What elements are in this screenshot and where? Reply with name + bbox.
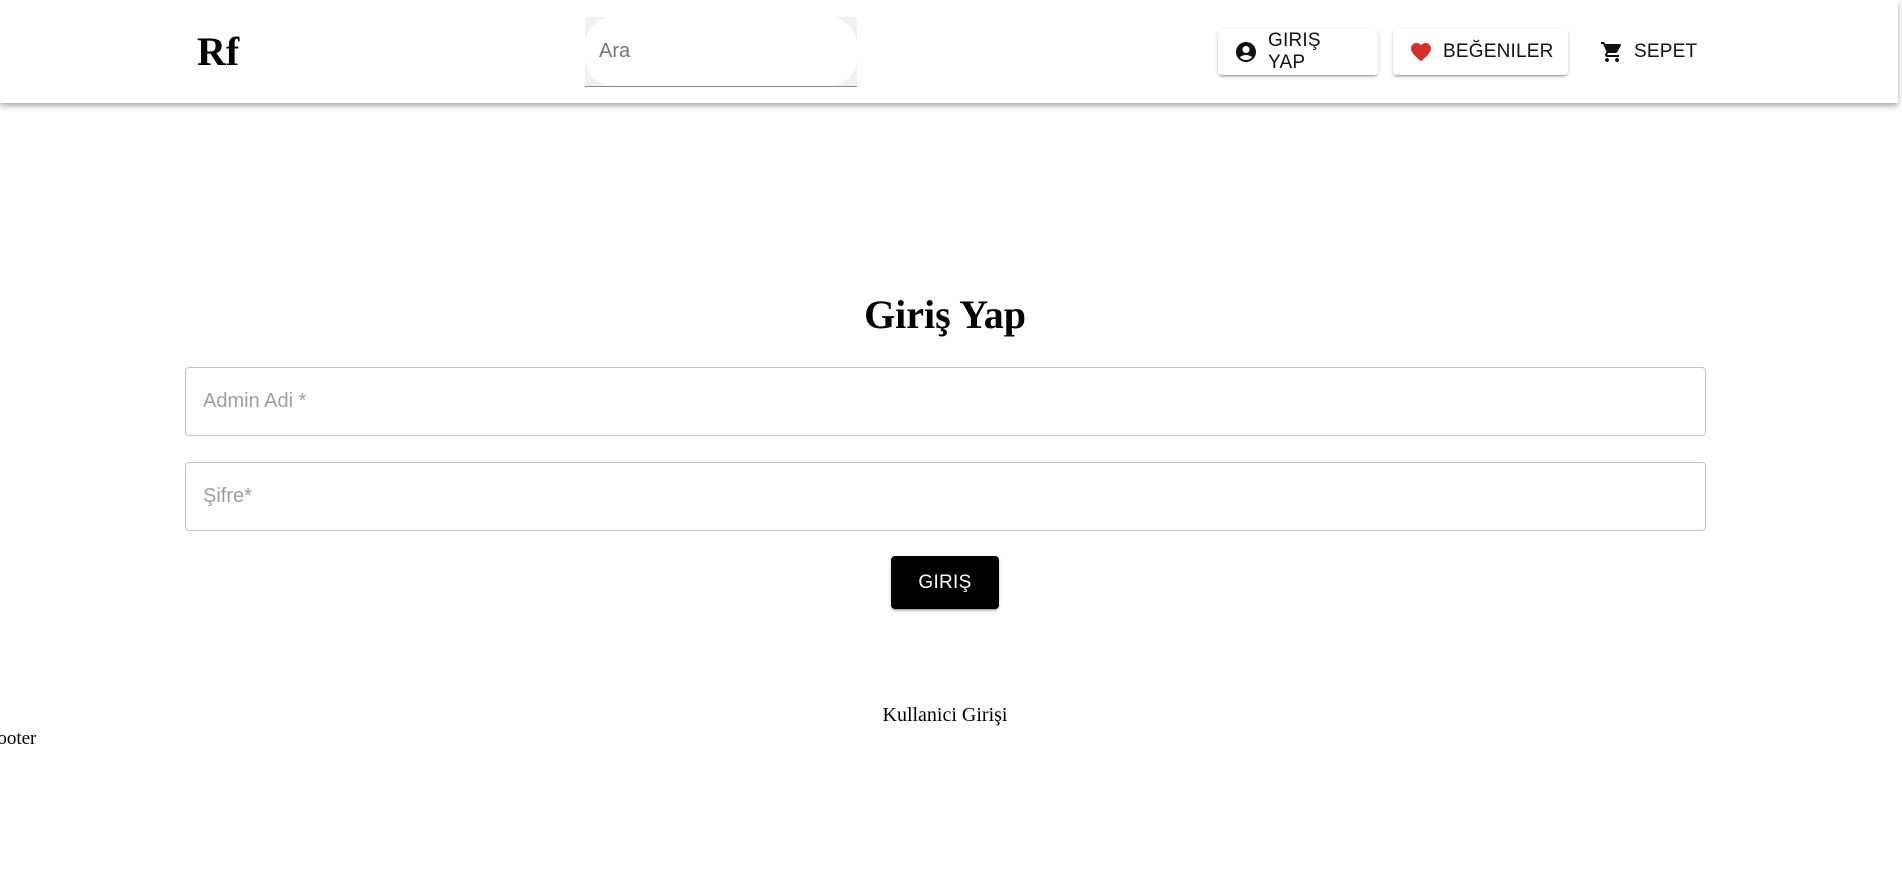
search-box (585, 17, 857, 87)
user-login-link[interactable]: Kullanici Girişi (0, 703, 1890, 727)
password-field (185, 462, 1706, 531)
password-input[interactable] (186, 463, 1705, 530)
search-input[interactable] (599, 39, 839, 63)
admin-name-input[interactable] (186, 368, 1705, 435)
app-bar: Rf GIRIŞ YAP BEĞENILER SEPET (0, 0, 1898, 103)
admin-name-field (185, 367, 1706, 436)
page-title: Giriş Yap (864, 292, 1026, 337)
cart-button[interactable]: SEPET (1584, 29, 1698, 75)
heart-icon (1409, 40, 1433, 64)
likes-button-label: BEĞENILER (1443, 41, 1554, 62)
shopping-cart-icon (1600, 40, 1624, 64)
cart-button-label: SEPET (1634, 41, 1698, 62)
account-circle-icon (1234, 40, 1258, 64)
likes-button[interactable]: BEĞENILER (1393, 29, 1568, 75)
logo[interactable]: Rf (197, 28, 239, 76)
login-button-label: GIRIŞ YAP (1268, 30, 1321, 73)
footer: footer (0, 728, 37, 749)
login-submit-button[interactable]: GIRIŞ (891, 556, 999, 609)
login-button[interactable]: GIRIŞ YAP (1218, 29, 1378, 75)
